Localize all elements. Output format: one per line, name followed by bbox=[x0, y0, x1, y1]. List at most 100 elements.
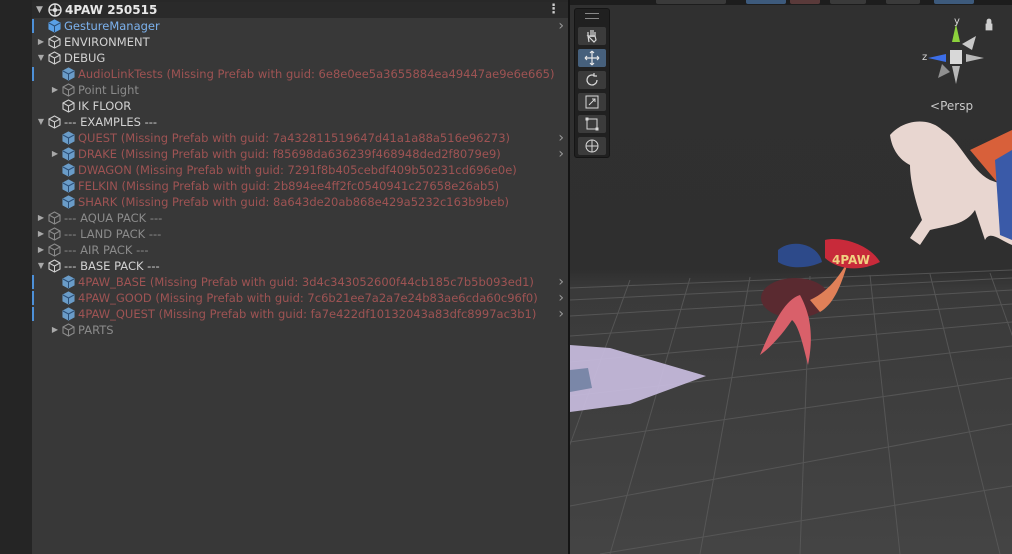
open-prefab-chevron-icon[interactable]: › bbox=[558, 274, 564, 290]
prefab-override-bar bbox=[32, 19, 34, 33]
foldout-collapsed-icon[interactable]: ▶ bbox=[36, 210, 46, 226]
gameobject-cube-icon bbox=[62, 98, 76, 114]
foldout-collapsed-icon[interactable]: ▶ bbox=[36, 242, 46, 258]
hierarchy-item-label: 4PAW_GOOD (Missing Prefab with guid: 7c6… bbox=[78, 291, 538, 305]
gizmo-z-axis[interactable] bbox=[928, 54, 946, 62]
hierarchy-item-label: ENVIRONMENT bbox=[64, 35, 150, 49]
prefab-cube-icon bbox=[62, 178, 76, 194]
prefab-override-bar bbox=[32, 67, 34, 81]
hand-icon bbox=[586, 30, 597, 43]
move-icon bbox=[584, 50, 600, 66]
hierarchy-item-label: --- BASE PACK --- bbox=[64, 259, 160, 273]
gameobject-cube-icon bbox=[48, 210, 62, 226]
prefab-override-bar bbox=[32, 307, 34, 321]
hierarchy-item-label: QUEST (Missing Prefab with guid: 7a43281… bbox=[78, 131, 511, 145]
rotate-tool-button[interactable] bbox=[578, 71, 606, 89]
gameobject-cube-icon bbox=[48, 242, 62, 258]
hierarchy-item[interactable]: 4PAW_BASE (Missing Prefab with guid: 3d4… bbox=[32, 274, 568, 290]
hierarchy-item[interactable]: ▶ PARTS bbox=[32, 322, 568, 338]
rect-tool-button[interactable] bbox=[578, 115, 606, 133]
hierarchy-item-label: 4PAW_BASE (Missing Prefab with guid: 3d4… bbox=[78, 275, 534, 289]
gizmo-z-label: z bbox=[922, 52, 927, 63]
projection-label: Persp bbox=[940, 99, 974, 113]
hand-tool-button[interactable] bbox=[578, 27, 606, 45]
hierarchy-item[interactable]: ▶ Point Light bbox=[32, 82, 568, 98]
open-prefab-chevron-icon[interactable]: › bbox=[558, 290, 564, 306]
hierarchy-item[interactable]: ▼ DEBUG bbox=[32, 50, 568, 66]
prefab-cube-icon bbox=[62, 146, 76, 162]
prefab-override-bar bbox=[32, 291, 34, 305]
rect-transform-icon bbox=[585, 117, 599, 131]
hierarchy-item[interactable]: ▼ --- BASE PACK --- bbox=[32, 258, 568, 274]
hierarchy-item[interactable]: AudioLinkTests (Missing Prefab with guid… bbox=[32, 66, 568, 82]
hierarchy-item-label: --- EXAMPLES --- bbox=[64, 115, 158, 129]
foldout-collapsed-icon[interactable]: ▶ bbox=[50, 146, 60, 162]
hierarchy-panel: ▼ 4PAW 250515 ⋮ GestureManager › ▶ ENVIRONM… bbox=[0, 0, 568, 554]
dragon-model-red: 4PAW bbox=[760, 239, 880, 365]
prefab-cube-icon bbox=[62, 162, 76, 178]
hierarchy-item[interactable]: ▶ ENVIRONMENT bbox=[32, 34, 568, 50]
prefab-cube-icon bbox=[62, 306, 76, 322]
rotate-icon bbox=[586, 73, 598, 86]
prefab-cube-icon bbox=[62, 194, 76, 210]
hierarchy-item[interactable]: IK FLOOR bbox=[32, 98, 568, 114]
foldout-expanded-icon[interactable]: ▼ bbox=[36, 50, 46, 66]
foldout-collapsed-icon[interactable]: ▶ bbox=[50, 82, 60, 98]
scene-menu-icon[interactable]: ⋮ bbox=[547, 2, 560, 18]
hierarchy-item-label: --- LAND PACK --- bbox=[64, 227, 162, 241]
hierarchy-item[interactable]: FELKIN (Missing Prefab with guid: 2b894e… bbox=[32, 178, 568, 194]
prefab-cube-icon bbox=[62, 130, 76, 146]
scene-foldout-arrow[interactable]: ▼ bbox=[36, 2, 43, 18]
open-prefab-chevron-icon[interactable]: › bbox=[558, 146, 564, 162]
hierarchy-item-label: PARTS bbox=[78, 323, 114, 337]
hierarchy-tree: GestureManager › ▶ ENVIRONMENT ▼ DEBUG AudioLi… bbox=[32, 18, 568, 554]
foldout-expanded-icon[interactable]: ▼ bbox=[36, 114, 46, 130]
open-prefab-chevron-icon[interactable]: › bbox=[558, 130, 564, 146]
hierarchy-item-label: Point Light bbox=[78, 83, 139, 97]
open-prefab-chevron-icon[interactable]: › bbox=[558, 18, 564, 34]
gameobject-cube-icon bbox=[48, 50, 62, 66]
hierarchy-item[interactable]: ▶ --- AIR PACK --- bbox=[32, 242, 568, 258]
gameobject-cube-icon bbox=[62, 322, 76, 338]
hierarchy-item-label: --- AQUA PACK --- bbox=[64, 211, 163, 225]
hierarchy-item[interactable]: 4PAW_QUEST (Missing Prefab with guid: fa… bbox=[32, 306, 568, 322]
orientation-gizmo[interactable]: y z bbox=[916, 14, 996, 97]
foldout-expanded-icon[interactable]: ▼ bbox=[36, 258, 46, 274]
hierarchy-item[interactable]: DWAGON (Missing Prefab with guid: 7291f8… bbox=[32, 162, 568, 178]
foldout-collapsed-icon[interactable]: ▶ bbox=[50, 322, 60, 338]
projection-toggle[interactable]: <Persp bbox=[930, 99, 973, 113]
dragon-model-pale bbox=[890, 121, 1012, 245]
foldout-collapsed-icon[interactable]: ▶ bbox=[36, 226, 46, 242]
hierarchy-item[interactable]: QUEST (Missing Prefab with guid: 7a43281… bbox=[32, 130, 568, 146]
move-tool-button[interactable] bbox=[578, 49, 606, 67]
hierarchy-item[interactable]: 4PAW_GOOD (Missing Prefab with guid: 7c6… bbox=[32, 290, 568, 306]
hierarchy-item[interactable]: ▶ --- LAND PACK --- bbox=[32, 226, 568, 242]
transform-tool-button[interactable] bbox=[578, 137, 606, 155]
scale-icon bbox=[585, 95, 599, 109]
hierarchy-item[interactable]: GestureManager › bbox=[32, 18, 568, 34]
hierarchy-item[interactable]: ▶ --- AQUA PACK --- bbox=[32, 210, 568, 226]
gameobject-cube-icon bbox=[48, 226, 62, 242]
hierarchy-item-label: IK FLOOR bbox=[78, 99, 132, 113]
scene-header[interactable]: ▼ 4PAW 250515 ⋮ bbox=[32, 2, 568, 19]
drag-handle-icon[interactable] bbox=[585, 13, 599, 19]
transform-icon bbox=[585, 139, 599, 153]
gameobject-cube-icon bbox=[48, 34, 62, 50]
gameobject-cube-icon bbox=[48, 258, 62, 274]
foldout-collapsed-icon[interactable]: ▶ bbox=[36, 34, 46, 50]
lock-icon[interactable] bbox=[985, 18, 993, 31]
prefab-cube-icon bbox=[62, 274, 76, 290]
scene-view[interactable]: 4PAW y z <Persp bbox=[570, 0, 1012, 554]
hierarchy-item-label: SHARK (Missing Prefab with guid: 8a643de… bbox=[78, 195, 510, 209]
hierarchy-item[interactable]: SHARK (Missing Prefab with guid: 8a643de… bbox=[32, 194, 568, 210]
hierarchy-gutter bbox=[0, 0, 32, 554]
open-prefab-chevron-icon[interactable]: › bbox=[558, 306, 564, 322]
hierarchy-item[interactable]: ▼ --- EXAMPLES --- bbox=[32, 114, 568, 130]
gameobject-cube-icon bbox=[62, 82, 76, 98]
hierarchy-item-label: FELKIN (Missing Prefab with guid: 2b894e… bbox=[78, 179, 500, 193]
scale-tool-button[interactable] bbox=[578, 93, 606, 111]
svg-text:4PAW: 4PAW bbox=[832, 253, 870, 267]
hierarchy-item[interactable]: ▶ DRAKE (Missing Prefab with guid: f85698… bbox=[32, 146, 568, 162]
hierarchy-item-label: DRAKE (Missing Prefab with guid: f85698d… bbox=[78, 147, 501, 161]
gameobject-cube-icon bbox=[48, 114, 62, 130]
